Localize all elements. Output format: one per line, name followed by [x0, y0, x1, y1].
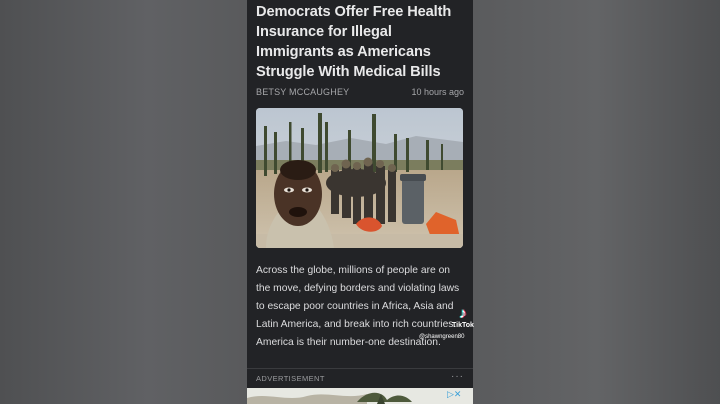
tiktok-handle: @shawngreen80 — [419, 334, 465, 340]
byline: BETSY MCCAUGHEY 10 hours ago — [256, 87, 464, 99]
headline-line: Immigrants as Americans — [256, 44, 431, 60]
article-headline[interactable]: Democrats Offer Free Health Insurance fo… — [256, 2, 468, 82]
more-icon[interactable]: ··· — [451, 371, 464, 382]
body-line: the move, defying borders and violating … — [256, 283, 460, 294]
blurred-background-right — [473, 0, 720, 404]
body-line: to escape poor countries in Africa, Asia… — [256, 301, 454, 312]
article-screen[interactable]: Democrats Offer Free Health Insurance fo… — [247, 0, 473, 404]
advertisement-label: ADVERTISEMENT — [256, 374, 325, 383]
author-name[interactable]: BETSY MCCAUGHEY — [256, 87, 349, 97]
timestamp: 10 hours ago — [411, 87, 464, 97]
ad-banner[interactable]: ▷✕ — [247, 388, 473, 404]
body-line: Across the globe, millions of people are… — [256, 265, 451, 276]
headline-line: Struggle With Medical Bills — [256, 64, 441, 80]
tiktok-watermark: ♪ TikTok — [448, 306, 478, 330]
ad-divider — [247, 368, 473, 369]
headline-line: Insurance for Illegal — [256, 24, 392, 40]
body-line: Latin America, and break into rich count… — [256, 319, 457, 330]
blurred-background-left — [0, 0, 247, 404]
ad-choices-icon[interactable]: ▷✕ — [447, 389, 469, 402]
tiktok-icon: ♪ — [459, 305, 467, 322]
headline-line: Democrats Offer Free Health — [256, 4, 452, 20]
article-photo[interactable] — [256, 108, 463, 248]
tiktok-brand: TikTok — [452, 322, 474, 329]
